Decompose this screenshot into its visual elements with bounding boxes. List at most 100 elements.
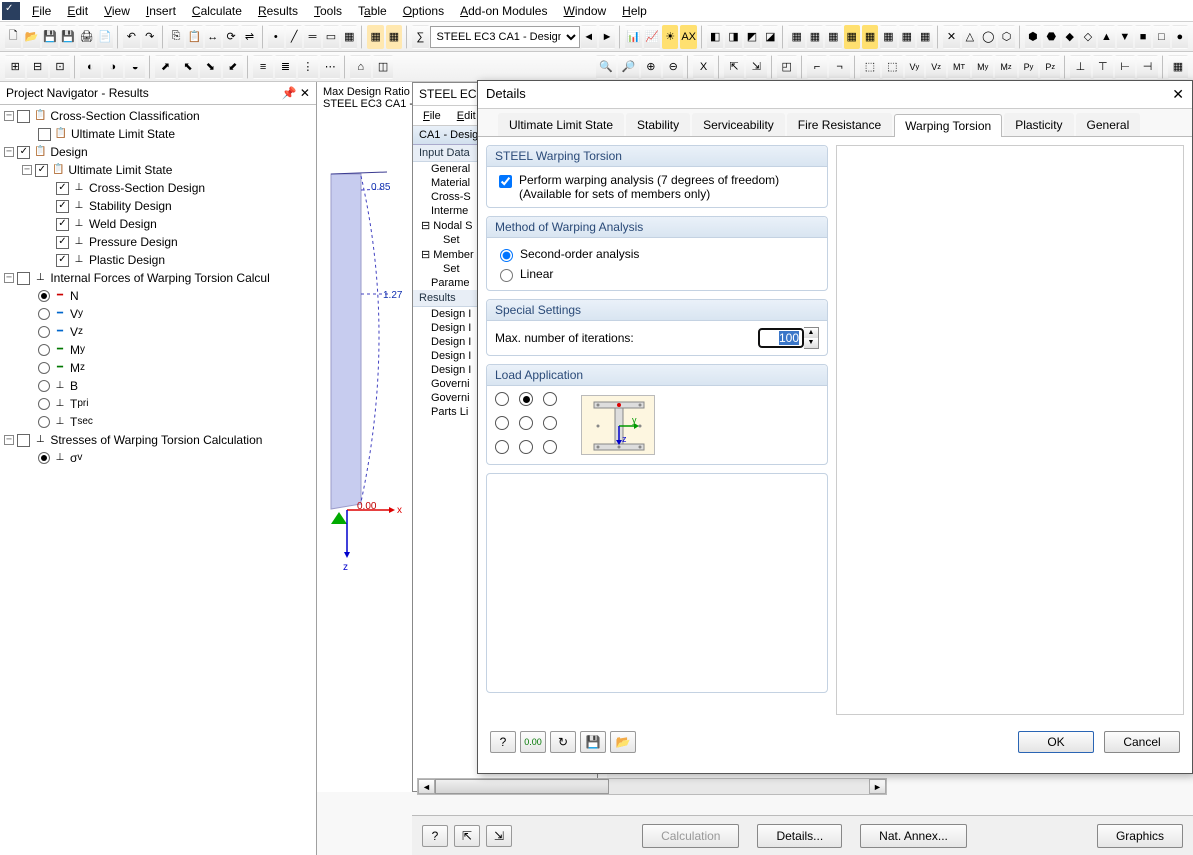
- tb-e3-icon[interactable]: ◯: [980, 25, 996, 49]
- export-button[interactable]: ⇱: [454, 825, 480, 847]
- tree-node-plastic-design[interactable]: ⊥Plastic Design: [0, 251, 316, 269]
- tb-f3-icon[interactable]: ◆: [1062, 25, 1078, 49]
- tree-node-mz[interactable]: ━Mz: [0, 359, 316, 377]
- tb-e2-icon[interactable]: △: [962, 25, 978, 49]
- tb-rotate-icon[interactable]: ⟳: [223, 25, 239, 49]
- tb2-pz-icon[interactable]: Pz: [1040, 55, 1060, 79]
- tree-node-csc[interactable]: − 📋Cross-Section Classification: [0, 107, 316, 125]
- tb-next-icon[interactable]: ►: [599, 25, 615, 49]
- menu-window[interactable]: Window: [555, 2, 614, 20]
- tb2-a2-icon[interactable]: ⊟: [27, 55, 47, 79]
- tree-node-tsec[interactable]: ⊥Tsec: [0, 413, 316, 431]
- tb-f6-icon[interactable]: ▼: [1117, 25, 1133, 49]
- tb-node-icon[interactable]: •: [268, 25, 284, 49]
- tb2-j1-icon[interactable]: ⌐: [807, 55, 827, 79]
- tb2-b1-icon[interactable]: ◐: [80, 55, 100, 79]
- tb-prev-icon[interactable]: ◄: [581, 25, 597, 49]
- menu-addon[interactable]: Add-on Modules: [452, 2, 555, 20]
- graphics-button[interactable]: Graphics: [1097, 824, 1183, 848]
- tb-report-icon[interactable]: 📄: [97, 25, 113, 49]
- tree-node-stresses[interactable]: − ⊥Stresses of Warping Torsion Calculati…: [0, 431, 316, 449]
- tb2-a3-icon[interactable]: ⊡: [50, 55, 70, 79]
- tb-d5-icon[interactable]: ▦: [862, 25, 878, 49]
- tb-results3-icon[interactable]: ☀: [662, 25, 678, 49]
- tree-node-design[interactable]: − 📋Design: [0, 143, 316, 161]
- nat-annex-button[interactable]: Nat. Annex...: [860, 824, 967, 848]
- tb2-e2-icon[interactable]: ◫: [373, 55, 393, 79]
- tb-save-icon[interactable]: 💾: [42, 25, 58, 49]
- tab-warping-torsion[interactable]: Warping Torsion: [894, 114, 1002, 137]
- tb-e1-icon[interactable]: ✕: [943, 25, 959, 49]
- radio-linear[interactable]: Linear: [495, 264, 819, 284]
- tb2-d3-icon[interactable]: ⋮: [298, 55, 318, 79]
- tb-f1-icon[interactable]: ⬢: [1025, 25, 1041, 49]
- menu-table[interactable]: Table: [350, 2, 395, 20]
- tb-undo-icon[interactable]: ↶: [123, 25, 139, 49]
- tab-uls[interactable]: Ultimate Limit State: [498, 113, 624, 136]
- dlg-load-icon[interactable]: 📂: [610, 731, 636, 753]
- load-pos-bc[interactable]: [519, 440, 533, 454]
- tb-table1-icon[interactable]: ▦: [367, 25, 383, 49]
- dlg-save-icon[interactable]: 💾: [580, 731, 606, 753]
- tb-d1-icon[interactable]: ▦: [788, 25, 804, 49]
- tb2-l2-icon[interactable]: ⊤: [1093, 55, 1113, 79]
- tb-print-icon[interactable]: 🖨: [78, 25, 94, 49]
- tb-paste-icon[interactable]: 📋: [186, 25, 202, 49]
- tb2-l1-icon[interactable]: ⊥: [1070, 55, 1090, 79]
- tb-f7-icon[interactable]: ■: [1135, 25, 1151, 49]
- tb2-e1-icon[interactable]: ⌂: [350, 55, 370, 79]
- load-pos-ml[interactable]: [495, 416, 509, 430]
- load-pos-bl[interactable]: [495, 440, 509, 454]
- tb2-c3-icon[interactable]: ⬊: [200, 55, 220, 79]
- dlg-reset-icon[interactable]: ↻: [550, 731, 576, 753]
- menu-options[interactable]: Options: [395, 2, 452, 20]
- menu-help[interactable]: Help: [614, 2, 655, 20]
- menu-insert[interactable]: Insert: [138, 2, 184, 20]
- tree-node-stability-design[interactable]: ⊥Stability Design: [0, 197, 316, 215]
- tb-d6-icon[interactable]: ▦: [880, 25, 896, 49]
- load-pos-tc[interactable]: [519, 392, 533, 406]
- tb2-f3-icon[interactable]: ⊕: [641, 55, 661, 79]
- tb2-l3-icon[interactable]: ⊢: [1115, 55, 1135, 79]
- tree-node-my[interactable]: ━My: [0, 341, 316, 359]
- tb-new-icon[interactable]: 🗋: [5, 25, 21, 49]
- radio-second-order[interactable]: Second-order analysis: [495, 244, 819, 264]
- tree-node-vz[interactable]: ━Vz: [0, 323, 316, 341]
- horizontal-scrollbar[interactable]: ◄►: [417, 778, 887, 795]
- tb2-k2-icon[interactable]: ⬚: [882, 55, 902, 79]
- tb2-g1-icon[interactable]: X: [693, 55, 713, 79]
- tb-results1-icon[interactable]: 📊: [625, 25, 641, 49]
- calculation-button[interactable]: Calculation: [642, 824, 739, 848]
- tb-e4-icon[interactable]: ⬡: [998, 25, 1014, 49]
- tb2-j2-icon[interactable]: ¬: [829, 55, 849, 79]
- tb2-m1-icon[interactable]: ▦: [1168, 55, 1188, 79]
- tree-node-csc-uls[interactable]: 📋Ultimate Limit State: [0, 125, 316, 143]
- tree-node-cs-design[interactable]: ⊥Cross-Section Design: [0, 179, 316, 197]
- tb2-h1-icon[interactable]: ⇱: [724, 55, 744, 79]
- tb-results2-icon[interactable]: 📈: [644, 25, 660, 49]
- tab-general[interactable]: General: [1076, 113, 1141, 136]
- dlg-units-icon[interactable]: 0.00: [520, 731, 546, 753]
- tb2-mt-icon[interactable]: MT: [948, 55, 970, 79]
- tree-node-weld-design[interactable]: ⊥Weld Design: [0, 215, 316, 233]
- menu-results[interactable]: Results: [250, 2, 306, 20]
- tb-f5-icon[interactable]: ▲: [1098, 25, 1114, 49]
- tree-node-tpri[interactable]: ⊥Tpri: [0, 395, 316, 413]
- tb2-i1-icon[interactable]: ◰: [777, 55, 797, 79]
- max-iter-spinner[interactable]: ▲▼: [758, 327, 819, 349]
- tb2-d4-icon[interactable]: ⋯: [320, 55, 340, 79]
- tb2-f1-icon[interactable]: 🔍: [596, 55, 616, 79]
- tb2-py-icon[interactable]: Py: [1019, 55, 1039, 79]
- tb2-b3-icon[interactable]: ◒: [125, 55, 145, 79]
- tb-open-icon[interactable]: 📂: [23, 25, 39, 49]
- cancel-button[interactable]: Cancel: [1104, 731, 1180, 753]
- tb2-l4-icon[interactable]: ⊣: [1137, 55, 1157, 79]
- close-icon[interactable]: ✕: [1172, 86, 1184, 103]
- tb2-mz-icon[interactable]: Mz: [995, 55, 1016, 79]
- pin-icon[interactable]: 📌 ✕: [282, 86, 310, 100]
- tb-v3-icon[interactable]: ◩: [744, 25, 760, 49]
- tree-node-design-uls[interactable]: − 📋Ultimate Limit State: [0, 161, 316, 179]
- tb-move-icon[interactable]: ↔: [205, 25, 221, 49]
- spin-down-icon[interactable]: ▼: [804, 338, 818, 348]
- load-pos-tr[interactable]: [543, 392, 557, 406]
